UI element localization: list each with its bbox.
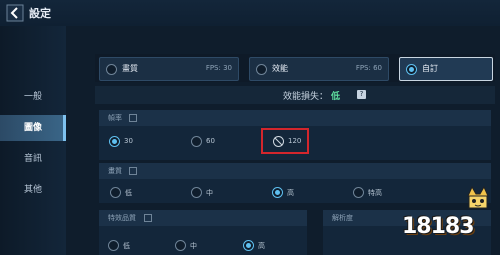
sidebar-item-label: 音訊 [23,154,42,164]
resolution-title: 解析度 [332,214,353,222]
sidebar-item-general[interactable]: 一般 [0,84,66,110]
mode-label: 畫質 [122,64,138,73]
sidebar-item-label: 圖像 [23,123,42,133]
option-label: 高 [258,242,265,250]
frame-rate-title: 幀率 [108,114,122,122]
mode-custom-button[interactable]: 自訂 [399,57,493,81]
panel-header: 畫質 [99,163,491,179]
radio-icon [175,240,186,251]
page-title: 設定 [29,7,51,20]
effects-panel: 特效品質 低 中 高 [99,210,307,255]
info-icon [129,114,137,122]
mode-label: 自訂 [422,64,438,73]
mode-label: 效能 [272,64,288,73]
top-bar: 設定 [0,0,500,26]
sidebar-item-label: 其他 [23,185,42,195]
radio-icon [109,136,120,147]
help-icon[interactable]: ? [357,90,366,99]
quality-panel: 畫質 低 中 高 特高 [99,163,491,203]
option-label: 120 [288,137,302,145]
radio-icon [406,64,417,75]
mode-performance-button[interactable]: 效能 FPS: 60 [249,57,389,81]
mode-fps: FPS: 30 [205,64,232,72]
mode-bar: 畫質 FPS: 30 效能 FPS: 60 自訂 [95,54,495,82]
back-icon[interactable] [6,4,24,22]
option-label: 高 [287,189,294,197]
disabled-icon [273,136,284,147]
performance-loss-label: 效能損失： [283,92,329,102]
watermark-logo: 18183 [402,185,494,248]
effects-title: 特效品質 [108,214,136,222]
performance-loss-value: 低 [331,92,341,102]
option-label: 30 [124,137,133,145]
info-icon [144,214,152,222]
option-label: 特高 [368,189,382,197]
radio-icon [353,187,364,198]
mascot-icon [467,185,489,209]
option-label: 中 [206,189,213,197]
watermark-text: 18183 [402,214,475,239]
sidebar-item-label: 一般 [23,92,42,102]
sidebar-item-other[interactable]: 其他 [0,177,66,203]
option-label: 60 [206,137,215,145]
radio-icon [272,187,283,198]
radio-icon [243,240,254,251]
option-label: 低 [125,189,132,197]
panel-header: 特效品質 [99,210,307,226]
mode-fps: FPS: 60 [355,64,382,72]
radio-icon [108,240,119,251]
radio-icon [106,64,117,75]
radio-icon [191,136,202,147]
frame-rate-120-option[interactable]: 120 [261,128,309,154]
option-label: 中 [190,242,197,250]
radio-icon [256,64,267,75]
sidebar-item-audio[interactable]: 音訊 [0,146,66,172]
radio-icon [191,187,202,198]
quality-title: 畫質 [108,167,122,175]
radio-icon [110,187,121,198]
option-label: 低 [123,242,130,250]
sidebar-item-graphics[interactable]: 圖像 [0,115,66,141]
performance-loss-row: 效能損失： 低 ? [95,86,495,104]
panel-header: 幀率 [99,110,491,126]
sidebar: 一般 圖像 音訊 其他 [0,26,66,255]
info-icon [129,167,137,175]
mode-quality-button[interactable]: 畫質 FPS: 30 [99,57,239,81]
